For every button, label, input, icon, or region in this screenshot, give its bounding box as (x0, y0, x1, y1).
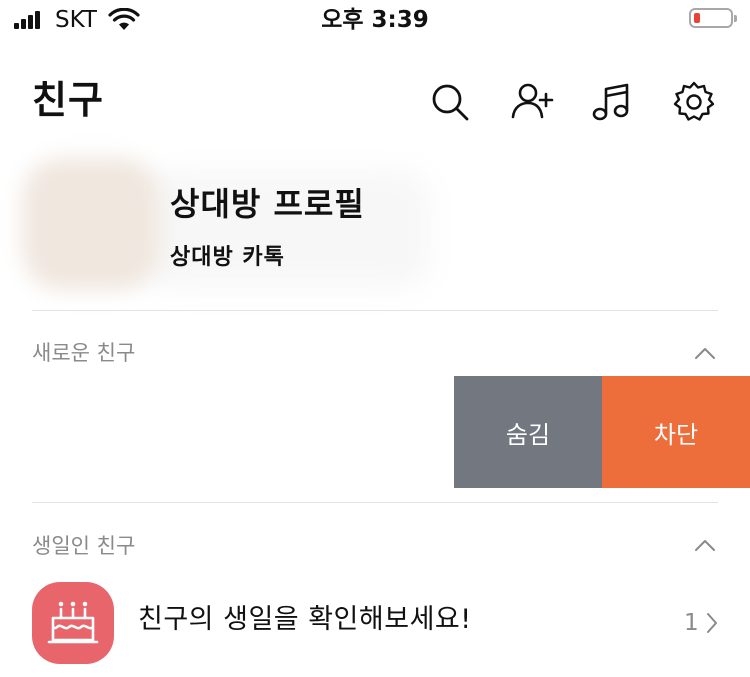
section-title-birthday-friends: 생일인 친구 (32, 534, 136, 558)
search-icon[interactable] (428, 80, 472, 124)
profile-name[interactable]: 상대방 프로필 (170, 184, 365, 224)
music-icon[interactable] (590, 80, 634, 124)
chevron-right-icon (707, 613, 717, 633)
birthday-list-item[interactable]: 친구의 생일을 확인해보세요! 1 (0, 578, 750, 670)
birthday-count: 1 (684, 610, 699, 636)
block-button[interactable]: 차단 (602, 376, 750, 488)
collapse-birthday-friends-icon[interactable] (694, 538, 716, 552)
collapse-new-friends-icon[interactable] (694, 346, 716, 360)
section-title-new-friends: 새로운 친구 (32, 341, 136, 365)
birthday-cake-icon (32, 582, 114, 664)
divider (32, 502, 718, 503)
page-title: 친구 (32, 78, 104, 122)
battery-icon (689, 8, 737, 28)
settings-icon[interactable] (672, 80, 716, 124)
profile-avatar[interactable] (22, 158, 160, 290)
hide-button[interactable]: 숨김 (454, 376, 602, 488)
status-time: 오후 3:39 (321, 7, 429, 33)
divider (32, 310, 718, 311)
new-friend-swipe-row: 숨김 차단 (0, 376, 750, 488)
profile-status-message: 상대방 카톡 (170, 245, 285, 270)
birthday-prompt: 친구의 생일을 확인해보세요! (138, 604, 472, 635)
status-bar: SKT 오후 3:39 (0, 0, 750, 40)
add-friend-icon[interactable] (510, 80, 554, 124)
